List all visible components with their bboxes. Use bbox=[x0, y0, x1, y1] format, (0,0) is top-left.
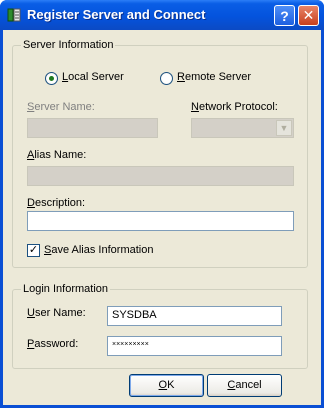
local-server-label[interactable]: Local Server bbox=[62, 71, 124, 83]
server-information-label: Server Information bbox=[21, 39, 116, 51]
dialog-body: Server Information Local Server Remote S… bbox=[3, 30, 321, 405]
help-button[interactable]: ? bbox=[274, 5, 295, 26]
login-information-group: Login Information User Name: SYSDBA Pass… bbox=[12, 283, 308, 369]
password-label: Password: bbox=[27, 338, 79, 350]
password-input[interactable]: ××××××××× bbox=[107, 336, 282, 356]
ok-button[interactable]: OK bbox=[129, 374, 204, 397]
remote-server-radio[interactable] bbox=[160, 72, 173, 85]
cancel-button[interactable]: Cancel bbox=[207, 374, 282, 397]
close-icon: ✕ bbox=[302, 7, 315, 23]
local-server-radio[interactable] bbox=[45, 72, 58, 85]
app-icon bbox=[7, 8, 21, 22]
network-protocol-select[interactable]: ▼ bbox=[191, 118, 294, 138]
server-name-input[interactable] bbox=[27, 118, 158, 138]
user-name-input[interactable]: SYSDBA bbox=[107, 306, 282, 326]
alias-name-input[interactable] bbox=[27, 166, 294, 186]
check-icon: ✓ bbox=[28, 244, 39, 256]
user-name-label: User Name: bbox=[27, 307, 86, 319]
server-information-group: Server Information Local Server Remote S… bbox=[12, 39, 308, 268]
login-information-label: Login Information bbox=[21, 283, 110, 295]
alias-name-label: Alias Name: bbox=[27, 149, 87, 161]
chevron-down-icon[interactable]: ▼ bbox=[276, 120, 292, 136]
window-title: Register Server and Connect bbox=[27, 7, 206, 22]
help-icon: ? bbox=[280, 7, 289, 24]
server-name-label: Server Name: bbox=[27, 101, 95, 113]
description-input[interactable] bbox=[27, 211, 294, 231]
title-bar[interactable]: Register Server and Connect ? ✕ bbox=[0, 0, 324, 30]
close-button[interactable]: ✕ bbox=[298, 5, 319, 26]
save-alias-checkbox[interactable]: ✓ bbox=[27, 244, 40, 257]
description-label: Description: bbox=[27, 197, 86, 209]
remote-server-label[interactable]: Remote Server bbox=[177, 71, 251, 83]
network-protocol-label: Network Protocol: bbox=[191, 101, 278, 113]
register-server-dialog: Register Server and Connect ? ✕ Server I… bbox=[0, 0, 324, 408]
save-alias-label[interactable]: Save Alias Information bbox=[44, 244, 153, 256]
